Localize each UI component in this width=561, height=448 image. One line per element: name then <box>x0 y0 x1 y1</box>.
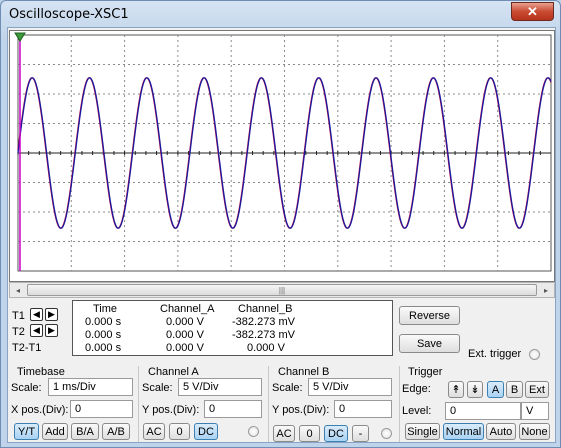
channel-b-ac-button[interactable]: AC <box>273 425 295 442</box>
timebase-scale-input[interactable]: 1 ms/Div <box>48 378 133 396</box>
channel-b-scale-input[interactable]: 5 V/Div <box>308 378 392 396</box>
t1-right-button[interactable]: ▶ <box>45 308 58 321</box>
trigger-level-label: Level: <box>402 405 432 417</box>
divider <box>268 366 269 442</box>
t2-t1-label: T2-T1 <box>12 342 42 354</box>
cursor-readout-table: Time Channel_A Channel_B 0.000 s 0.000 V… <box>72 300 393 356</box>
channel-a-title: Channel A <box>148 366 199 378</box>
timebase-title: Timebase <box>17 366 65 378</box>
readout-diff-channel-a: 0.000 V <box>166 342 204 354</box>
readout-t2-channel-b: -382.273 mV <box>232 329 295 341</box>
readout-t1-channel-b: -382.273 mV <box>232 316 295 328</box>
timebase-xpos-input[interactable]: 0 <box>70 400 133 418</box>
readout-header-channel-a: Channel_A <box>160 303 215 315</box>
channel-b-ypos-label: Y pos.(Div): <box>272 404 330 416</box>
channel-a-scale-input[interactable]: 5 V/Div <box>178 378 262 396</box>
divider <box>399 366 400 442</box>
trigger-auto-button[interactable]: Auto <box>486 423 516 440</box>
t2-left-button[interactable]: ◀ <box>30 324 43 337</box>
readout-t2-channel-a: 0.000 V <box>166 329 204 341</box>
readout-diff-channel-b: 0.000 V <box>247 342 285 354</box>
channel-a-ypos-input[interactable]: 0 <box>204 400 262 418</box>
readout-t2-time: 0.000 s <box>85 329 122 341</box>
rising-edge-icon[interactable]: ↟ <box>448 381 464 398</box>
trigger-edge-label: Edge: <box>402 383 431 395</box>
readout-t1-channel-a: 0.000 V <box>166 316 204 328</box>
cursor-controls: T1 ◀ ▶ T2 ◀ ▶ T2-T1 <box>12 304 72 360</box>
t2-label: T2 <box>12 326 25 338</box>
trigger-level-unit[interactable]: V <box>521 402 549 420</box>
t2-right-button[interactable]: ▶ <box>45 324 58 337</box>
channel-b-scale-label: Scale: <box>272 382 303 394</box>
window-title: Oscilloscope-XSC1 <box>9 7 129 22</box>
channel-b-dc-button[interactable]: DC <box>324 425 348 442</box>
time-scrollbar[interactable]: ◂ ||| ▸ <box>9 282 555 298</box>
falling-edge-icon[interactable]: ↡ <box>467 381 483 398</box>
ext-trigger-radio[interactable] <box>529 349 540 360</box>
channel-a-dc-button[interactable]: DC <box>194 423 218 440</box>
channel-b-minus-button[interactable]: - <box>352 425 369 442</box>
readout-diff-time: 0.000 s <box>85 342 122 354</box>
channel-b-probe-radio[interactable] <box>381 428 392 439</box>
scroll-thumb[interactable]: ||| <box>27 284 537 296</box>
trigger-title: Trigger <box>408 366 443 378</box>
trigger-single-button[interactable]: Single <box>405 423 440 440</box>
oscilloscope-window: Oscilloscope-XSC1 ✕ ◂ ||| ▸ T1 ◀ ▶ T2 ◀ … <box>0 0 561 448</box>
channel-a-zero-button[interactable]: 0 <box>169 423 190 440</box>
trigger-source-b-button[interactable]: B <box>506 381 523 398</box>
channel-a-probe-radio[interactable] <box>248 426 259 437</box>
channel-b-zero-button[interactable]: 0 <box>299 425 320 442</box>
readout-header-time: Time <box>93 303 118 315</box>
channel-a-ypos-label: Y pos.(Div): <box>142 404 200 416</box>
ext-trigger-label: Ext. trigger <box>468 348 522 360</box>
scope-graph <box>14 32 552 272</box>
t1-left-button[interactable]: ◀ <box>30 308 43 321</box>
trigger-source-ext-button[interactable]: Ext <box>525 381 549 398</box>
mode-ab-button[interactable]: A/B <box>102 423 130 440</box>
timebase-xpos-label: X pos.(Div): <box>11 404 69 416</box>
trigger-source-a-button[interactable]: A <box>487 381 504 398</box>
t1-label: T1 <box>12 310 25 322</box>
channel-b-title: Channel B <box>278 366 330 378</box>
readout-header-channel-b: Channel_B <box>238 303 293 315</box>
divider <box>138 366 139 442</box>
mode-add-button[interactable]: Add <box>42 423 68 440</box>
oscilloscope-panel: ◂ ||| ▸ T1 ◀ ▶ T2 ◀ ▶ T2-T1 Time Channel… <box>7 27 556 443</box>
reverse-button[interactable]: Reverse <box>399 306 460 325</box>
channel-a-scale-label: Scale: <box>142 382 173 394</box>
mode-yt-button[interactable]: Y/T <box>14 423 39 440</box>
trigger-none-button[interactable]: None <box>519 423 550 440</box>
timebase-scale-label: Scale: <box>11 382 42 394</box>
save-button[interactable]: Save <box>399 334 460 353</box>
close-button[interactable]: ✕ <box>511 2 554 21</box>
channel-b-ypos-input[interactable]: 0 <box>334 400 392 418</box>
scroll-right-icon[interactable]: ▸ <box>538 283 554 297</box>
trigger-normal-button[interactable]: Normal <box>443 423 484 440</box>
readout-t1-time: 0.000 s <box>85 316 122 328</box>
mode-ba-button[interactable]: B/A <box>71 423 99 440</box>
channel-a-ac-button[interactable]: AC <box>143 423 165 440</box>
scope-display <box>9 30 555 282</box>
scroll-left-icon[interactable]: ◂ <box>10 283 26 297</box>
trigger-level-input[interactable]: 0 <box>445 402 521 420</box>
grip-icon: ||| <box>278 285 286 295</box>
